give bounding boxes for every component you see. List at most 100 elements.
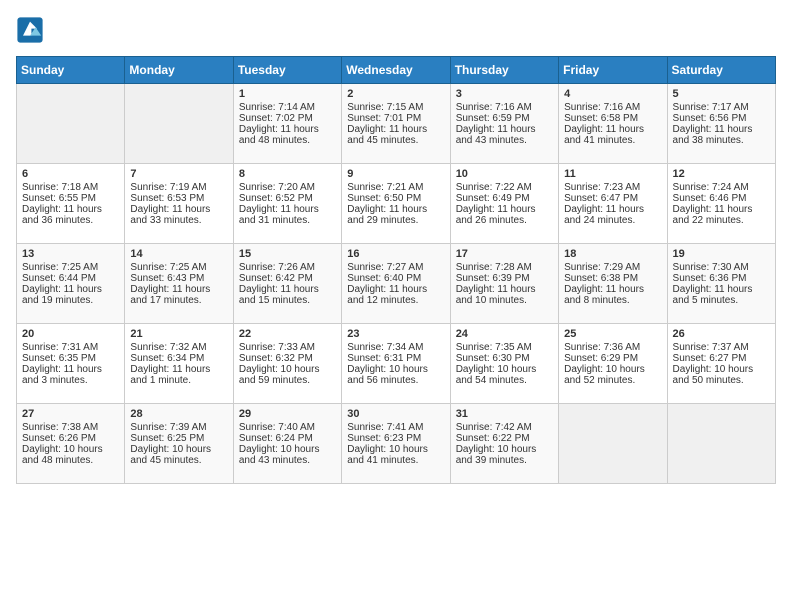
day-info: Sunrise: 7:24 AM — [673, 182, 770, 193]
day-info: Sunrise: 7:19 AM — [130, 182, 227, 193]
day-number: 20 — [22, 328, 119, 340]
day-number: 23 — [347, 328, 444, 340]
day-number: 17 — [456, 248, 553, 260]
day-info: Daylight: 11 hours and 12 minutes. — [347, 284, 444, 306]
day-info: Daylight: 10 hours and 45 minutes. — [130, 444, 227, 466]
day-info: Sunrise: 7:31 AM — [22, 342, 119, 353]
day-number: 29 — [239, 408, 336, 420]
day-info: Sunset: 6:32 PM — [239, 353, 336, 364]
calendar-cell: 5Sunrise: 7:17 AMSunset: 6:56 PMDaylight… — [667, 84, 775, 164]
day-info: Sunrise: 7:17 AM — [673, 102, 770, 113]
day-info: Sunset: 7:02 PM — [239, 113, 336, 124]
day-info: Sunrise: 7:37 AM — [673, 342, 770, 353]
day-number: 30 — [347, 408, 444, 420]
day-number: 27 — [22, 408, 119, 420]
day-info: Sunset: 6:53 PM — [130, 193, 227, 204]
day-number: 16 — [347, 248, 444, 260]
calendar-cell: 8Sunrise: 7:20 AMSunset: 6:52 PMDaylight… — [233, 164, 341, 244]
day-info: Sunset: 6:59 PM — [456, 113, 553, 124]
day-info: Daylight: 10 hours and 43 minutes. — [239, 444, 336, 466]
day-info: Sunset: 6:34 PM — [130, 353, 227, 364]
calendar-cell — [17, 84, 125, 164]
day-info: Sunrise: 7:36 AM — [564, 342, 661, 353]
day-info: Sunset: 6:36 PM — [673, 273, 770, 284]
calendar-cell: 12Sunrise: 7:24 AMSunset: 6:46 PMDayligh… — [667, 164, 775, 244]
day-info: Sunset: 6:24 PM — [239, 433, 336, 444]
day-info: Sunrise: 7:33 AM — [239, 342, 336, 353]
day-info: Daylight: 11 hours and 17 minutes. — [130, 284, 227, 306]
day-info: Sunset: 6:29 PM — [564, 353, 661, 364]
calendar-cell: 17Sunrise: 7:28 AMSunset: 6:39 PMDayligh… — [450, 244, 558, 324]
calendar-cell — [559, 404, 667, 484]
day-info: Sunrise: 7:38 AM — [22, 422, 119, 433]
weekday-header: Wednesday — [342, 57, 450, 84]
calendar-cell: 29 Sunrise: 7:40 AMSunset: 6:24 PMDayligh… — [233, 404, 341, 484]
day-info: Sunset: 6:55 PM — [22, 193, 119, 204]
calendar-table: SundayMondayTuesdayWednesdayThursdayFrid… — [16, 56, 776, 484]
day-info: Sunrise: 7:35 AM — [456, 342, 553, 353]
calendar-cell: 13Sunrise: 7:25 AMSunset: 6:44 PMDayligh… — [17, 244, 125, 324]
day-number: 1 — [239, 88, 336, 100]
day-info: Daylight: 11 hours and 33 minutes. — [130, 204, 227, 226]
day-number: 24 — [456, 328, 553, 340]
day-info: Daylight: 10 hours and 39 minutes. — [456, 444, 553, 466]
day-info: Sunrise: 7:22 AM — [456, 182, 553, 193]
calendar-week-row: 6Sunrise: 7:18 AMSunset: 6:55 PMDaylight… — [17, 164, 776, 244]
weekday-header: Thursday — [450, 57, 558, 84]
day-info: Sunset: 6:52 PM — [239, 193, 336, 204]
calendar-cell: 30Sunrise: 7:41 AMSunset: 6:23 PMDayligh… — [342, 404, 450, 484]
day-info: Daylight: 11 hours and 26 minutes. — [456, 204, 553, 226]
day-number: 12 — [673, 168, 770, 180]
day-info: Daylight: 11 hours and 38 minutes. — [673, 124, 770, 146]
calendar-cell: 11Sunrise: 7:23 AMSunset: 6:47 PMDayligh… — [559, 164, 667, 244]
calendar-cell: 1Sunrise: 7:14 AMSunset: 7:02 PMDaylight… — [233, 84, 341, 164]
day-info: Sunrise: 7:40 AM — [239, 422, 336, 433]
calendar-week-row: 27Sunrise: 7:38 AMSunset: 6:26 PMDayligh… — [17, 404, 776, 484]
day-info: Daylight: 11 hours and 36 minutes. — [22, 204, 119, 226]
calendar-week-row: 13Sunrise: 7:25 AMSunset: 6:44 PMDayligh… — [17, 244, 776, 324]
day-info: Sunrise: 7:34 AM — [347, 342, 444, 353]
day-info: Sunset: 6:42 PM — [239, 273, 336, 284]
calendar-week-row: 20Sunrise: 7:31 AMSunset: 6:35 PMDayligh… — [17, 324, 776, 404]
logo — [16, 16, 48, 44]
day-info: Sunset: 6:23 PM — [347, 433, 444, 444]
day-number: 31 — [456, 408, 553, 420]
weekday-header: Saturday — [667, 57, 775, 84]
day-info: Sunset: 6:58 PM — [564, 113, 661, 124]
calendar-cell: 14Sunrise: 7:25 AMSunset: 6:43 PMDayligh… — [125, 244, 233, 324]
day-info: Sunrise: 7:30 AM — [673, 262, 770, 273]
day-info: Sunrise: 7:14 AM — [239, 102, 336, 113]
day-info: Daylight: 10 hours and 52 minutes. — [564, 364, 661, 386]
day-info: Sunset: 6:56 PM — [673, 113, 770, 124]
day-number: 3 — [456, 88, 553, 100]
day-info: Sunset: 6:22 PM — [456, 433, 553, 444]
day-info: Sunrise: 7:26 AM — [239, 262, 336, 273]
calendar-cell: 7 Sunrise: 7:19 AMSunset: 6:53 PMDaylight… — [125, 164, 233, 244]
day-info: Sunrise: 7:15 AM — [347, 102, 444, 113]
calendar-cell: 9Sunrise: 7:21 AMSunset: 6:50 PMDaylight… — [342, 164, 450, 244]
page-header — [16, 16, 776, 44]
calendar-cell: 27Sunrise: 7:38 AMSunset: 6:26 PMDayligh… — [17, 404, 125, 484]
weekday-header: Friday — [559, 57, 667, 84]
day-info: Daylight: 11 hours and 29 minutes. — [347, 204, 444, 226]
day-info: Sunset: 6:49 PM — [456, 193, 553, 204]
logo-icon — [16, 16, 44, 44]
day-info: Sunrise: 7:27 AM — [347, 262, 444, 273]
day-info: Daylight: 10 hours and 41 minutes. — [347, 444, 444, 466]
day-info: Daylight: 11 hours and 43 minutes. — [456, 124, 553, 146]
day-number: 7 — [130, 168, 227, 180]
day-info: Daylight: 11 hours and 5 minutes. — [673, 284, 770, 306]
day-info: Sunrise: 7:25 AM — [130, 262, 227, 273]
day-number: 8 — [239, 168, 336, 180]
day-info: Sunset: 6:38 PM — [564, 273, 661, 284]
day-info: Sunrise: 7:16 AM — [564, 102, 661, 113]
day-info: Daylight: 10 hours and 56 minutes. — [347, 364, 444, 386]
day-info: Sunrise: 7:39 AM — [130, 422, 227, 433]
day-info: Daylight: 11 hours and 8 minutes. — [564, 284, 661, 306]
weekday-header: Sunday — [17, 57, 125, 84]
calendar-cell: 18Sunrise: 7:29 AMSunset: 6:38 PMDayligh… — [559, 244, 667, 324]
day-info: Sunset: 7:01 PM — [347, 113, 444, 124]
day-info: Sunrise: 7:25 AM — [22, 262, 119, 273]
day-number: 2 — [347, 88, 444, 100]
calendar-cell: 2Sunrise: 7:15 AMSunset: 7:01 PMDaylight… — [342, 84, 450, 164]
